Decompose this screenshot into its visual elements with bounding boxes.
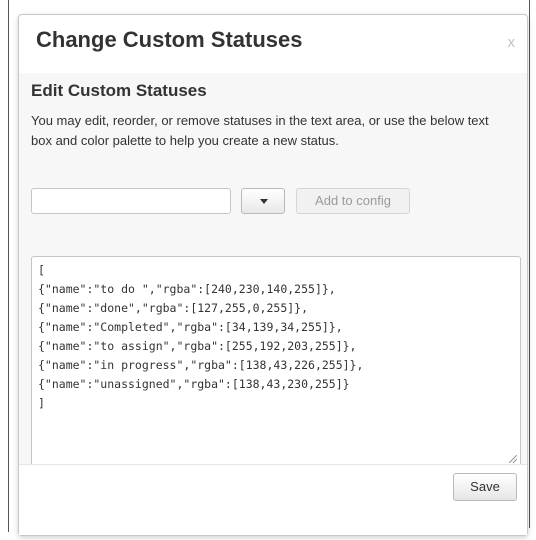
config-line: {"name":"to assign","rgba":[255,192,203,… xyxy=(38,339,357,353)
window-border-right xyxy=(529,0,530,528)
close-button[interactable]: x xyxy=(508,34,516,51)
dialog-footer: Save xyxy=(19,464,527,535)
change-statuses-dialog: Change Custom Statuses x Edit Custom Sta… xyxy=(18,14,528,536)
config-line: {"name":"to do ","rgba":[240,230,140,255… xyxy=(38,282,336,296)
config-line: {"name":"in progress","rgba":[138,43,226… xyxy=(38,358,364,372)
config-line: [ xyxy=(38,263,45,277)
config-textarea[interactable]: [ {"name":"to do ","rgba":[240,230,140,2… xyxy=(31,256,521,467)
dialog-body: Edit Custom Statuses You may edit, reord… xyxy=(19,73,527,467)
dialog-title: Change Custom Statuses xyxy=(36,27,303,52)
color-palette-dropdown[interactable] xyxy=(241,188,285,214)
config-line: {"name":"done","rgba":[127,255,0,255]}, xyxy=(38,301,309,315)
window-border-left xyxy=(8,0,9,532)
add-to-config-button[interactable]: Add to config xyxy=(296,188,410,214)
new-status-input[interactable] xyxy=(31,188,231,214)
section-heading: Edit Custom Statuses xyxy=(31,81,207,100)
dialog-header: Change Custom Statuses x xyxy=(19,15,527,74)
config-line: ] xyxy=(38,396,45,410)
chevron-down-icon xyxy=(260,199,268,204)
resize-handle-icon[interactable] xyxy=(509,455,517,463)
section-description: You may edit, reorder, or remove statuse… xyxy=(31,113,489,148)
save-button[interactable]: Save xyxy=(453,473,517,501)
config-line: {"name":"unassigned","rgba":[138,43,230,… xyxy=(38,377,350,391)
config-line: {"name":"Completed","rgba":[34,139,34,25… xyxy=(38,320,343,334)
